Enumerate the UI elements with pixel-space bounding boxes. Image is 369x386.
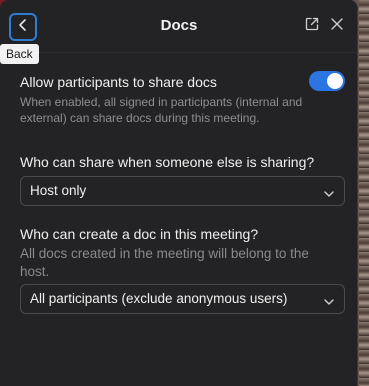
create-doc-title: Who can create a doc in this meeting? — [20, 226, 259, 242]
share-docs-toggle[interactable] — [309, 71, 345, 91]
back-tooltip: Back — [0, 44, 39, 64]
close-icon — [330, 17, 344, 36]
create-doc-select[interactable]: All participants (exclude anonymous user… — [20, 284, 345, 314]
background-image-edge — [359, 0, 369, 386]
share-docs-title: Allow participants to share docs — [20, 74, 217, 90]
toggle-knob — [327, 73, 343, 89]
share-docs-description: When enabled, all signed in participants… — [20, 95, 303, 125]
share-when-sharing-title: Who can share when someone else is shari… — [20, 154, 315, 170]
panel-header: Docs — [0, 0, 358, 53]
chevron-down-icon — [323, 294, 335, 305]
chevron-down-icon — [323, 186, 335, 197]
popout-button[interactable] — [302, 16, 322, 36]
share-when-sharing-value: Host only — [30, 183, 87, 198]
create-doc-description: All docs created in the meeting will bel… — [20, 246, 309, 279]
share-when-sharing-select[interactable]: Host only — [20, 176, 345, 206]
docs-settings-panel: Docs Back Allow participants to share do… — [0, 0, 358, 386]
back-button[interactable] — [9, 13, 37, 41]
popout-icon — [304, 16, 320, 37]
close-button[interactable] — [327, 16, 347, 36]
chevron-left-icon — [18, 18, 28, 37]
create-doc-value: All participants (exclude anonymous user… — [30, 291, 288, 306]
